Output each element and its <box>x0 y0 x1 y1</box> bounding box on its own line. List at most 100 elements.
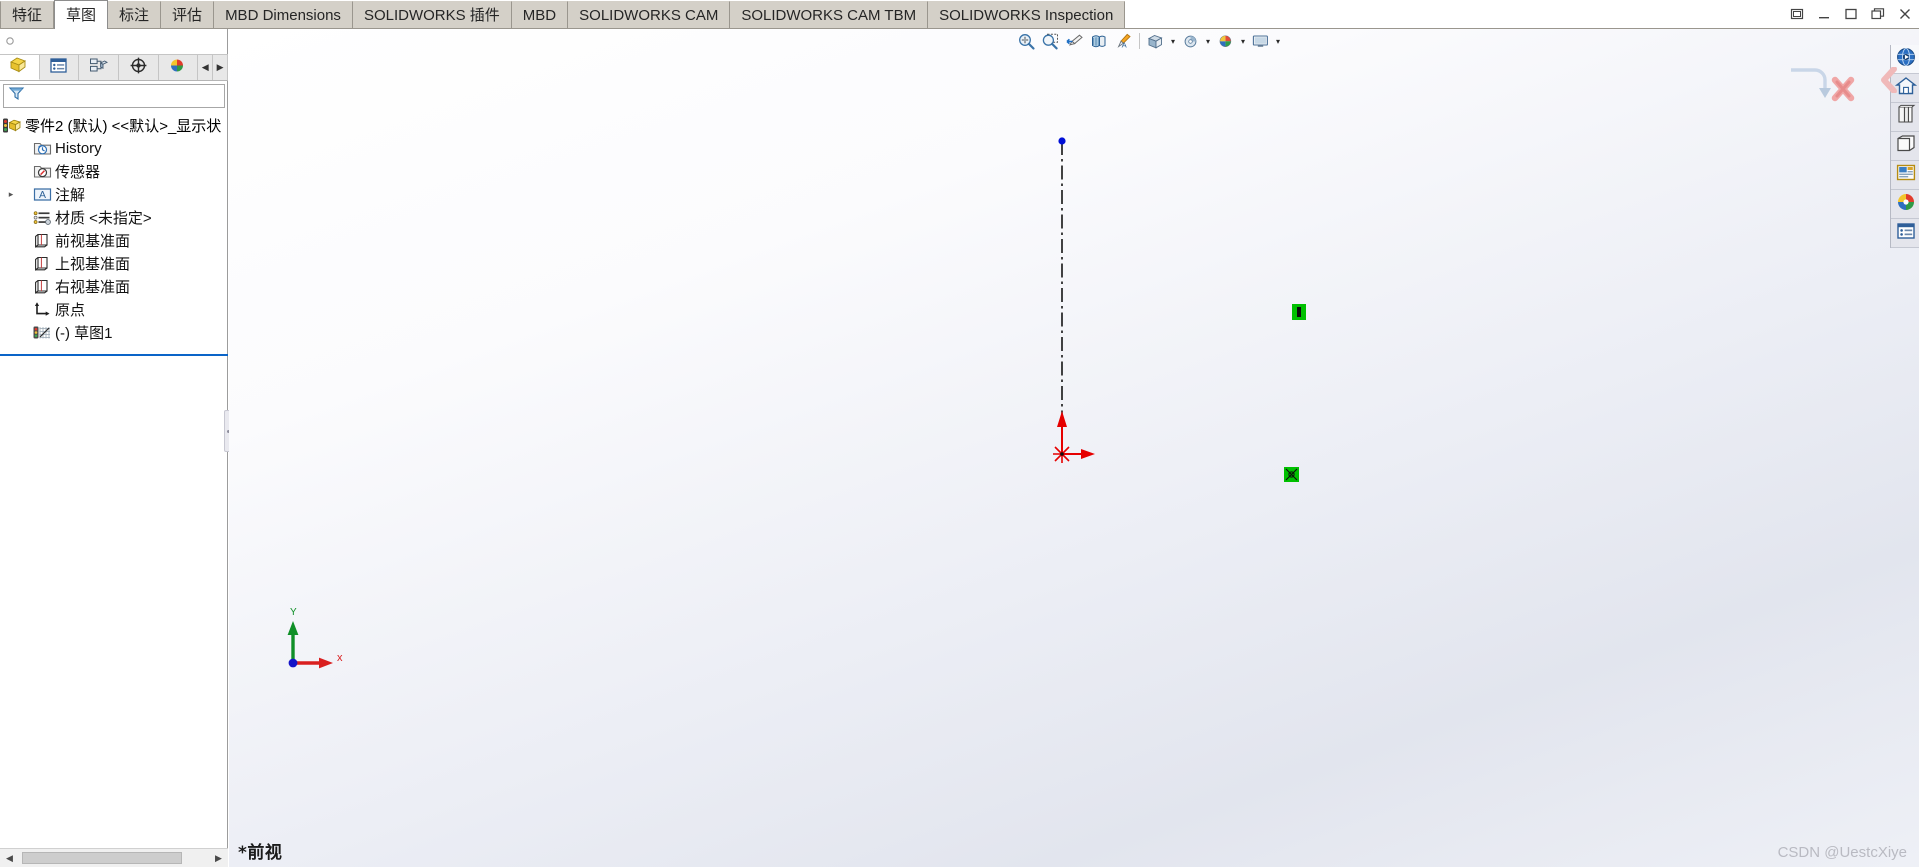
window-controls <box>1789 2 1913 26</box>
triad-x-label: x <box>337 652 343 664</box>
origin-x-arrowhead <box>1081 449 1095 459</box>
history-icon <box>32 140 52 158</box>
tree-item-7[interactable]: 右视基准面 <box>0 275 228 298</box>
manager-tabs-next-arrow[interactable]: ▶ <box>213 54 229 80</box>
tree-item-5[interactable]: 前视基准面 <box>0 229 228 252</box>
centerline-endpoint <box>1058 137 1066 145</box>
command-tab-5[interactable]: SOLIDWORKS 插件 <box>352 1 512 29</box>
tree-item-label: 原点 <box>55 302 86 319</box>
command-tab-9[interactable]: SOLIDWORKS Inspection <box>928 1 1126 29</box>
vertical-relation-icon <box>1292 304 1306 320</box>
property-list-icon <box>48 56 69 80</box>
custom-properties-icon <box>1895 191 1917 218</box>
part-icon <box>2 117 22 135</box>
coincident-relation-icon <box>1284 467 1299 482</box>
tree-item-label: 零件2 (默认) <<默认>_显示状 <box>25 118 222 135</box>
command-manager-tabbar: 特征 草图 标注 评估 MBD Dimensions SOLIDWORKS 插件 MBD SO… <box>0 0 1919 29</box>
scroll-right-button[interactable]: ▶ <box>209 849 228 867</box>
scroll-left-button[interactable]: ◀ <box>0 849 19 867</box>
restore-down-icon[interactable] <box>1789 6 1805 22</box>
tree-item-8[interactable]: 原点 <box>0 298 228 321</box>
scroll-track[interactable] <box>19 849 209 867</box>
view-orientation-label: *前视 <box>238 843 283 863</box>
feature-manager-panel: ◀ ▶ 零件2 (默认) <<默认>_显示状 History 传感器 ▸ A 注解 材质 <未… <box>0 29 229 867</box>
funnel-filter-icon <box>8 85 25 107</box>
manager-tabs-prev-arrow[interactable]: ◀ <box>198 54 214 80</box>
manager-tab-row: ◀ ▶ <box>0 54 229 81</box>
tree-item-label: 注解 <box>55 187 86 204</box>
origin-icon <box>32 301 52 319</box>
feature-filter-row[interactable] <box>3 84 225 108</box>
color-wheel-icon <box>167 56 188 80</box>
crosshair-icon <box>128 56 149 80</box>
minimize-icon[interactable] <box>1816 6 1832 22</box>
command-tab-1[interactable]: 草图 <box>54 0 109 29</box>
command-tab-4[interactable]: MBD Dimensions <box>214 1 353 29</box>
sketch-icon <box>32 324 52 342</box>
tree-item-label: (-) 草图1 <box>55 325 113 342</box>
tree-item-3[interactable]: ▸ A 注解 <box>0 183 228 206</box>
command-tab-3[interactable]: 评估 <box>161 1 215 29</box>
feature-tree: 零件2 (默认) <<默认>_显示状 History 传感器 ▸ A 注解材质 <未指定>… <box>0 114 228 344</box>
tree-item-9[interactable]: (-) 草图1 <box>0 321 228 344</box>
tree-item-label: 上视基准面 <box>55 256 131 273</box>
dimxpert-manager-tab[interactable] <box>118 54 159 80</box>
appearances-scenes-decals-icon <box>1895 162 1917 189</box>
plane-icon <box>32 232 52 250</box>
display-manager-tab[interactable] <box>158 54 199 80</box>
file-explorer-icon <box>1895 104 1917 131</box>
tree-item-0[interactable]: 零件2 (默认) <<默认>_显示状 <box>0 114 228 137</box>
property-manager-tab[interactable] <box>39 54 80 80</box>
command-tab-6[interactable]: MBD <box>511 1 569 29</box>
annotations-icon: A <box>32 186 52 204</box>
configuration-manager-tab[interactable] <box>79 54 119 80</box>
tree-item-label: 右视基准面 <box>55 279 131 296</box>
material-icon <box>32 209 52 227</box>
command-tab-8[interactable]: SOLIDWORKS CAM TBM <box>730 1 929 29</box>
tree-expander-icon[interactable]: ▸ <box>4 189 18 200</box>
svg-text:A: A <box>39 189 46 201</box>
sensors-icon <box>32 163 52 181</box>
solidworks-window: 特征 草图 标注 评估 MBD Dimensions SOLIDWORKS 插件 MBD SO… <box>0 0 1919 867</box>
task-pane-property-tab[interactable] <box>1891 219 1919 248</box>
sketch-geometry[interactable] <box>229 29 1919 867</box>
panel-pin-icon[interactable] <box>3 34 17 48</box>
tree-item-4[interactable]: 材质 <未指定> <box>0 206 228 229</box>
task-pane-collapse-arrow-icon[interactable] <box>1879 67 1899 93</box>
triad-y-label: Y <box>290 607 297 618</box>
task-pane-custom-properties[interactable] <box>1891 190 1919 219</box>
feature-manager-tab[interactable] <box>0 54 40 80</box>
origin-marker <box>1053 445 1071 463</box>
command-tab-7[interactable]: SOLIDWORKS CAM <box>568 1 731 29</box>
task-pane <box>1881 45 1919 248</box>
tree-item-2[interactable]: 传感器 <box>0 160 228 183</box>
task-pane-file-explorer[interactable] <box>1891 103 1919 132</box>
coordinate-triad: Y x <box>287 607 343 669</box>
tree-item-1[interactable]: History <box>0 137 228 160</box>
task-pane-view-palette[interactable] <box>1891 132 1919 161</box>
tree-item-label: 前视基准面 <box>55 233 131 250</box>
task-pane-appearances-scenes-decals[interactable] <box>1891 161 1919 190</box>
command-tab-strip: 特征 草图 标注 评估 MBD Dimensions SOLIDWORKS 插件 MBD SO… <box>0 0 1126 29</box>
graphics-viewport[interactable]: A ▾ ▾ ▾ ▾ Y x *前视 CSDN @UestcXiye <box>229 29 1919 867</box>
tree-selection-bar <box>0 354 228 356</box>
tree-item-label: 材质 <未指定> <box>55 210 152 227</box>
watermark-text: CSDN @UestcXiye <box>1777 844 1907 861</box>
close-icon[interactable] <box>1897 6 1913 22</box>
configuration-icon <box>88 56 109 80</box>
tree-item-label: History <box>55 140 102 157</box>
command-tab-2[interactable]: 标注 <box>108 1 162 29</box>
tree-item-6[interactable]: 上视基准面 <box>0 252 228 275</box>
yellow-block-icon <box>9 55 30 79</box>
property-tab-icon <box>1895 220 1917 247</box>
command-tab-0[interactable]: 特征 <box>0 1 55 29</box>
panel-horizontal-scrollbar[interactable]: ◀ ▶ <box>0 848 228 867</box>
maximize-icon[interactable] <box>1843 6 1859 22</box>
origin-y-arrowhead <box>1057 411 1067 427</box>
restore-window-icon[interactable] <box>1870 6 1886 22</box>
plane-icon <box>32 255 52 273</box>
tree-item-label: 传感器 <box>55 164 101 181</box>
scroll-thumb[interactable] <box>22 852 182 864</box>
plane-icon <box>32 278 52 296</box>
view-palette-icon <box>1895 133 1917 160</box>
